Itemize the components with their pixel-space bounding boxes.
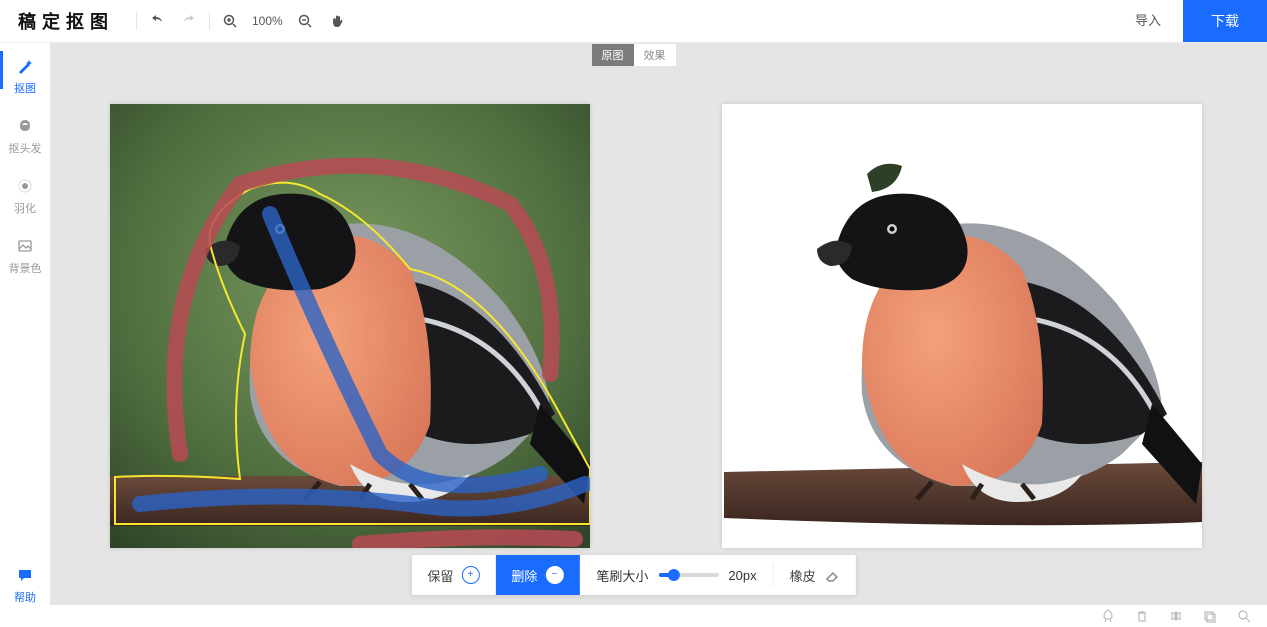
sidebar: 抠图 抠头发 羽化 背景色 帮助 (0, 42, 50, 619)
zoom-level: 100% (246, 14, 289, 28)
plus-circle-icon: + (461, 566, 479, 584)
import-button[interactable]: 导入 (1113, 0, 1183, 42)
separator (209, 12, 210, 30)
layers-icon[interactable] (1203, 609, 1217, 623)
zoom-out-button[interactable] (289, 5, 321, 37)
sidebar-item-label: 抠图 (14, 80, 36, 96)
bottom-toolbar: 保留 + 删除 − 笔刷大小 20px 橡皮 (411, 555, 855, 595)
image-icon (15, 236, 35, 256)
sidebar-item-help[interactable]: 帮助 (0, 565, 50, 605)
brush-size-value: 20px (728, 568, 756, 583)
header: 稿定抠图 100% 导入 下载 (0, 0, 1267, 43)
redo-icon (181, 13, 197, 29)
canvas-original[interactable] (110, 104, 590, 548)
result-image (722, 104, 1202, 548)
redo-button[interactable] (173, 5, 205, 37)
chat-icon (15, 565, 35, 585)
sidebar-item-label: 抠头发 (9, 140, 42, 156)
search-icon[interactable] (1237, 609, 1251, 623)
minus-circle-icon: − (545, 566, 563, 584)
footer (0, 605, 1267, 627)
undo-icon (149, 13, 165, 29)
sidebar-item-label: 背景色 (9, 260, 42, 276)
brush-size-slider[interactable] (658, 573, 718, 577)
keep-label: 保留 (427, 566, 453, 585)
magic-wand-icon (15, 56, 35, 76)
separator (136, 12, 137, 30)
view-toggle: 原图 效果 (592, 44, 676, 66)
zoom-out-icon (298, 14, 312, 28)
brush-size-label: 笔刷大小 (596, 566, 648, 585)
eraser-icon (824, 567, 840, 583)
feather-icon (15, 176, 35, 196)
sidebar-item-label: 羽化 (14, 200, 36, 216)
canvas-result[interactable] (722, 104, 1202, 548)
undo-button[interactable] (141, 5, 173, 37)
hand-icon (330, 14, 344, 28)
brush-size-control: 笔刷大小 20px (580, 566, 772, 585)
rocket-icon[interactable] (1101, 609, 1115, 623)
hair-icon (15, 116, 35, 136)
remove-label: 删除 (511, 566, 537, 585)
pan-button[interactable] (321, 5, 353, 37)
keep-button[interactable]: 保留 + (411, 555, 495, 595)
compare-icon[interactable] (1169, 609, 1183, 623)
sidebar-item-cutout[interactable]: 抠图 (0, 56, 50, 96)
sidebar-item-label: 帮助 (14, 589, 36, 605)
zoom-in-button[interactable] (214, 5, 246, 37)
sidebar-item-feather[interactable]: 羽化 (0, 176, 50, 216)
view-toggle-result[interactable]: 效果 (634, 44, 676, 66)
zoom-in-icon (223, 14, 237, 28)
download-button[interactable]: 下载 (1183, 0, 1267, 42)
slider-thumb[interactable] (667, 569, 679, 581)
sidebar-item-background[interactable]: 背景色 (0, 236, 50, 276)
eraser-button[interactable]: 橡皮 (774, 555, 856, 595)
trash-icon[interactable] (1135, 609, 1149, 623)
remove-button[interactable]: 删除 − (495, 555, 579, 595)
canvas-area (50, 42, 1267, 605)
sidebar-item-hair[interactable]: 抠头发 (0, 116, 50, 156)
app-title: 稿定抠图 (0, 8, 132, 34)
eraser-label: 橡皮 (790, 566, 816, 585)
view-toggle-original[interactable]: 原图 (592, 44, 634, 66)
original-image (110, 104, 590, 548)
